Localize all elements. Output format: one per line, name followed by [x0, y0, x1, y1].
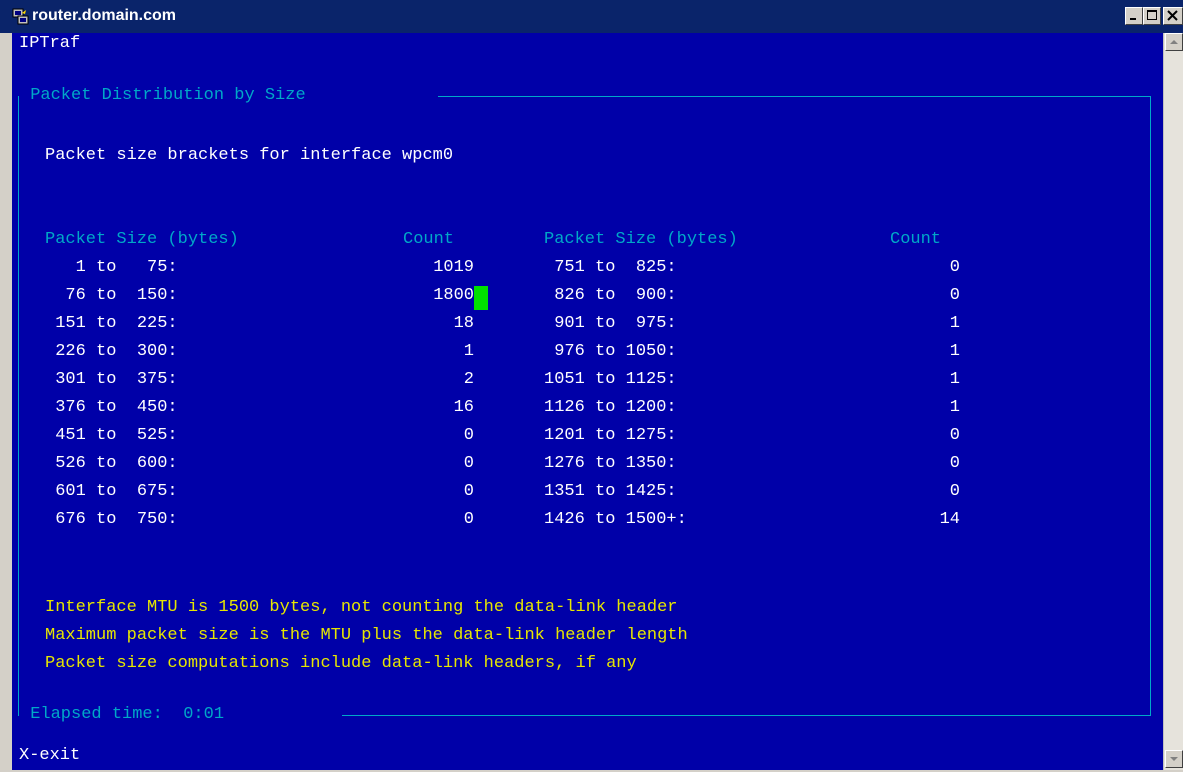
right-count: 1	[949, 398, 960, 417]
header-right-size: Packet Size (bytes)	[544, 230, 738, 249]
left-count: 16	[453, 398, 474, 417]
right-size-bracket: 1126 to 1200:	[544, 398, 677, 417]
right-count: 1	[949, 314, 960, 333]
left-size-bracket: 526 to 600:	[45, 454, 178, 473]
left-count: 18	[453, 314, 474, 333]
left-count: 0	[463, 426, 474, 445]
right-count: 1	[949, 370, 960, 389]
terminal-cursor	[474, 286, 488, 310]
vertical-scrollbar[interactable]	[1163, 33, 1183, 770]
scroll-up-icon[interactable]	[1165, 33, 1183, 51]
left-count: 0	[463, 482, 474, 501]
terminal-screen[interactable]: IPTraf Packet Distribution by Size Packe…	[12, 33, 1163, 770]
exit-hint: X-exit	[19, 746, 81, 765]
left-size-bracket: 151 to 225:	[45, 314, 178, 333]
left-count: 1	[463, 342, 474, 361]
app-name: IPTraf	[19, 34, 81, 53]
left-size-bracket: 301 to 375:	[45, 370, 178, 389]
right-size-bracket: 826 to 900:	[544, 286, 677, 305]
right-size-bracket: 901 to 975:	[544, 314, 677, 333]
right-size-bracket: 1276 to 1350:	[544, 454, 677, 473]
left-size-bracket: 226 to 300:	[45, 342, 178, 361]
window-titlebar[interactable]: router.domain.com	[0, 0, 1183, 33]
right-size-bracket: 1426 to 1500+:	[544, 510, 687, 529]
elapsed-value: 0:01	[183, 705, 225, 724]
panel-title: Packet Distribution by Size	[30, 86, 306, 105]
right-count: 0	[949, 258, 960, 277]
left-size-bracket: 76 to 150:	[45, 286, 178, 305]
note-max-packet: Maximum packet size is the MTU plus the …	[45, 626, 688, 645]
right-size-bracket: 751 to 825:	[544, 258, 677, 277]
elapsed-time: Elapsed time: 0:01	[20, 705, 234, 725]
header-left-count: Count	[403, 230, 455, 249]
right-count: 0	[949, 454, 960, 473]
left-size-bracket: 1 to 75:	[45, 258, 178, 277]
right-size-bracket: 1051 to 1125:	[544, 370, 677, 389]
right-size-bracket: 1351 to 1425:	[544, 482, 677, 501]
right-count: 0	[949, 286, 960, 305]
left-count: 0	[463, 510, 474, 529]
header-right-count: Count	[890, 230, 942, 249]
right-count: 14	[939, 510, 960, 529]
maximize-icon[interactable]	[1143, 7, 1161, 25]
frame-left-border	[18, 96, 19, 716]
left-size-bracket: 376 to 450:	[45, 398, 178, 417]
right-count: 1	[949, 342, 960, 361]
minimize-icon[interactable]	[1125, 7, 1143, 25]
elapsed-label: Elapsed time:	[30, 705, 163, 724]
frame-right-border	[1150, 96, 1151, 715]
right-count: 0	[949, 426, 960, 445]
close-icon[interactable]	[1163, 7, 1183, 25]
left-count: 1019	[433, 258, 474, 277]
note-mtu: Interface MTU is 1500 bytes, not countin…	[45, 598, 678, 617]
left-count: 2	[463, 370, 474, 389]
frame-bottom-border	[342, 715, 1151, 716]
left-size-bracket: 601 to 675:	[45, 482, 178, 501]
intro-text: Packet size brackets for interface wpcm0	[45, 146, 454, 165]
scroll-down-icon[interactable]	[1165, 750, 1183, 768]
left-size-bracket: 451 to 525:	[45, 426, 178, 445]
frame-top-border	[438, 96, 1151, 97]
right-count: 0	[949, 482, 960, 501]
left-count: 0	[463, 454, 474, 473]
right-size-bracket: 976 to 1050:	[544, 342, 677, 361]
header-left-size: Packet Size (bytes)	[45, 230, 239, 249]
left-size-bracket: 676 to 750:	[45, 510, 178, 529]
window-title: router.domain.com	[32, 7, 177, 24]
note-computations: Packet size computations include data-li…	[45, 654, 637, 673]
putty-icon[interactable]	[12, 7, 30, 25]
left-count: 1800	[433, 286, 474, 305]
right-size-bracket: 1201 to 1275:	[544, 426, 677, 445]
